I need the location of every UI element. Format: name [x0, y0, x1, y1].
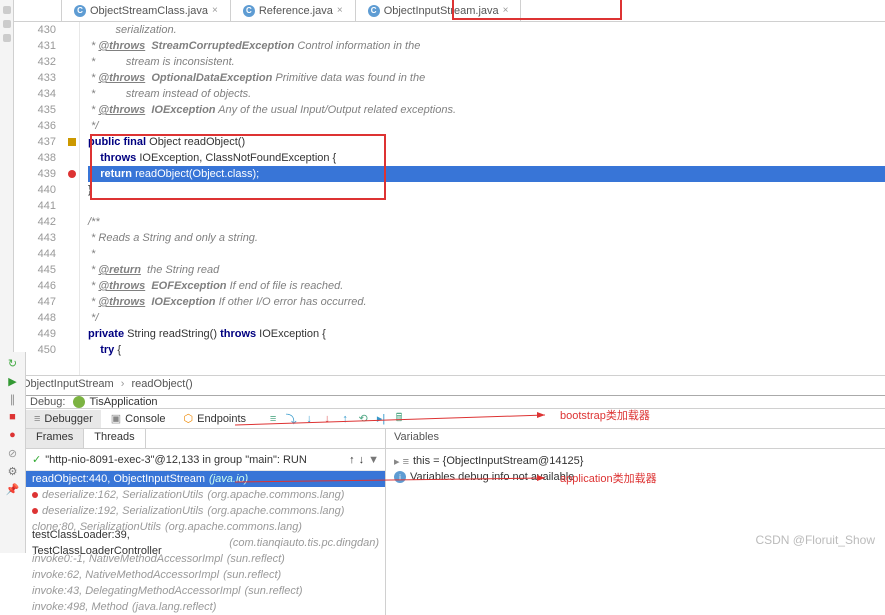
stack-frame[interactable]: invoke:62, NativeMethodAccessorImpl (sun…: [26, 567, 385, 583]
tab-debugger[interactable]: ≡Debugger: [26, 410, 101, 428]
close-icon[interactable]: ×: [212, 5, 218, 16]
spring-icon: [73, 396, 85, 408]
tab-label: ObjectStreamClass.java: [90, 5, 208, 17]
breakpoint-gutter[interactable]: [64, 22, 80, 375]
run-config[interactable]: TisApplication: [73, 396, 157, 408]
variables-header: Variables: [386, 429, 885, 449]
stack-frame[interactable]: deserialize:192, SerializationUtils (org…: [26, 503, 385, 519]
run-to-cursor-icon[interactable]: ▸|: [374, 412, 388, 426]
tab-objectinputstream[interactable]: C ObjectInputStream.java ×: [356, 0, 522, 21]
debug-header: Debug: TisApplication: [0, 396, 885, 409]
stack-frame[interactable]: invoke0:-1, NativeMethodAccessorImpl (su…: [26, 551, 385, 567]
debug-body: Frames Threads ✓ "http-nio-8091-exec-3"@…: [0, 429, 885, 615]
editor: C ObjectStreamClass.java × C Reference.j…: [14, 0, 885, 395]
close-icon[interactable]: ×: [503, 5, 509, 16]
step-over-icon[interactable]: ⤵: [284, 412, 298, 426]
step-out-icon[interactable]: ↑: [338, 412, 352, 426]
breadcrumb[interactable]: ObjectInputStream › readObject(): [14, 375, 885, 395]
java-class-icon: C: [243, 5, 255, 17]
tab-threads[interactable]: Threads: [84, 429, 145, 448]
tab-reference[interactable]: C Reference.java ×: [231, 0, 356, 21]
variables-list[interactable]: ▸ ≡this = {ObjectInputStream@14125}iVari…: [386, 449, 885, 489]
tab-label: Reference.java: [259, 5, 333, 17]
drop-frame-icon[interactable]: ⟲: [356, 412, 370, 426]
code-content[interactable]: serialization. * @throws StreamCorrupted…: [80, 22, 885, 375]
breadcrumb-class: ObjectInputStream: [22, 378, 114, 390]
variable-row[interactable]: ▸ ≡this = {ObjectInputStream@14125}: [394, 453, 877, 469]
stack-frame[interactable]: invoke:43, DelegatingMethodAccessorImpl …: [26, 583, 385, 599]
stack-frame[interactable]: deserialize:162, SerializationUtils (org…: [26, 487, 385, 503]
line-numbers: 4304314324334344354364374384394404414424…: [14, 22, 64, 375]
code-area[interactable]: 4304314324334344354364374384394404414424…: [14, 22, 885, 375]
watermark: CSDN @Floruit_Show: [755, 533, 875, 547]
left-tool-gutter: [0, 0, 14, 395]
tab-objectstreamclass[interactable]: C ObjectStreamClass.java ×: [62, 0, 231, 21]
stack-frame[interactable]: testClassLoader:39, TestClassLoaderContr…: [26, 535, 385, 551]
pause-icon[interactable]: ∥: [6, 392, 20, 406]
prev-frame-icon[interactable]: ↑: [349, 454, 355, 466]
java-class-icon: C: [74, 5, 86, 17]
variables-column: Variables ▸ ≡this = {ObjectInputStream@1…: [386, 429, 885, 615]
variable-row[interactable]: iVariables debug info not available: [394, 469, 877, 485]
rerun-icon[interactable]: ↻: [6, 356, 20, 370]
java-class-icon: C: [368, 5, 380, 17]
stack-frame[interactable]: readObject:440, ObjectInputStream (java.…: [26, 471, 385, 487]
evaluate-icon[interactable]: 🖩: [392, 412, 406, 426]
close-icon[interactable]: ×: [337, 5, 343, 16]
step-into-icon[interactable]: ↓: [302, 412, 316, 426]
debug-tabs: ≡Debugger ▣Console ⬡Endpoints ≡ ⤵ ↓ ↓ ↑ …: [0, 409, 885, 429]
tab-console[interactable]: ▣Console: [103, 409, 174, 428]
thread-selector[interactable]: ✓ "http-nio-8091-exec-3"@12,133 in group…: [26, 449, 385, 471]
breadcrumb-method: readObject(): [132, 378, 193, 390]
editor-tabs: C ObjectStreamClass.java × C Reference.j…: [14, 0, 885, 22]
filter-icon[interactable]: ▼: [368, 454, 379, 466]
thread-name: "http-nio-8091-exec-3"@12,133 in group "…: [45, 454, 345, 466]
chevron-right-icon: ›: [121, 378, 125, 390]
show-execution-icon[interactable]: ≡: [266, 412, 280, 426]
frames-column: Frames Threads ✓ "http-nio-8091-exec-3"@…: [26, 429, 386, 615]
frames-list[interactable]: readObject:440, ObjectInputStream (java.…: [26, 471, 385, 615]
resume-icon[interactable]: ▶: [6, 374, 20, 388]
stack-frame[interactable]: invoke:498, Method (java.lang.reflect): [26, 599, 385, 615]
next-frame-icon[interactable]: ↓: [359, 454, 365, 466]
run-config-name: TisApplication: [89, 396, 157, 408]
force-step-into-icon[interactable]: ↓: [320, 412, 334, 426]
tab-frames[interactable]: Frames: [26, 429, 84, 448]
debug-label: Debug:: [30, 396, 65, 408]
tab-label: ObjectInputStream.java: [384, 5, 499, 17]
tab-endpoints[interactable]: ⬡Endpoints: [176, 409, 255, 428]
debug-panel: ↻ ▶ ∥ ■ ● ⊘ ⚙ 📌 Debug: TisApplication ≡D…: [0, 395, 885, 553]
stop-icon[interactable]: ■: [6, 410, 20, 424]
